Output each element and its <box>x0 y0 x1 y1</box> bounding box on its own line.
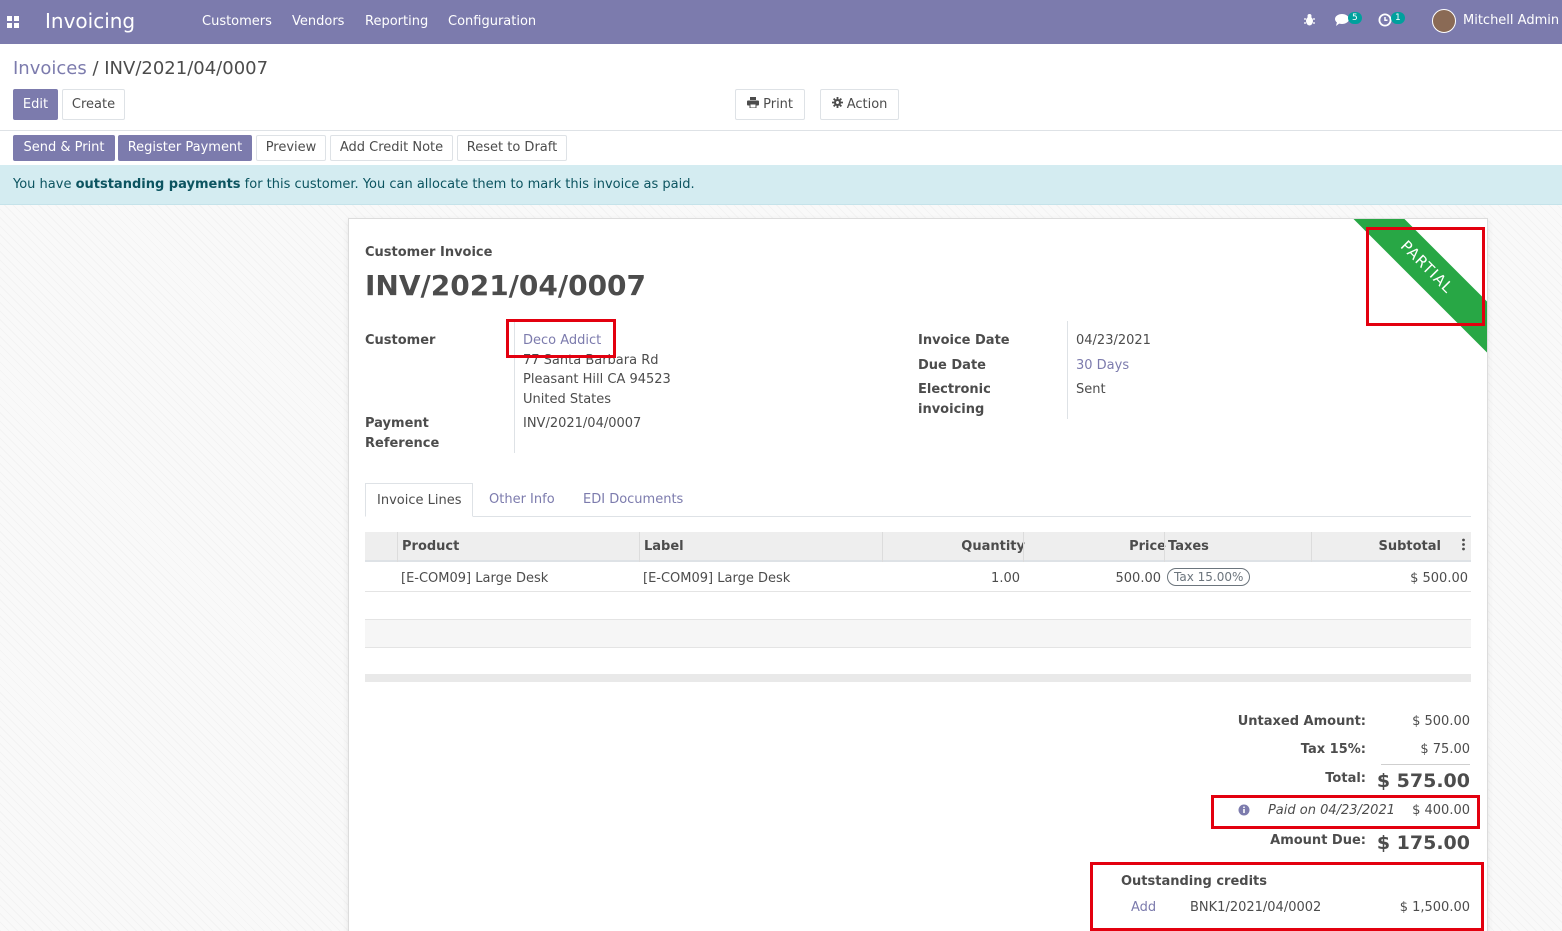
column-label[interactable]: Label <box>644 539 684 554</box>
highlight-box-payment <box>1211 795 1480 829</box>
apps-menu-icon[interactable] <box>7 16 19 28</box>
tax-label: Tax 15%: <box>1300 742 1366 757</box>
action-button[interactable]: Action <box>820 89 899 120</box>
control-panel-divider <box>0 130 1562 131</box>
payment-reference-label-line2: Reference <box>365 436 440 451</box>
invoice-lines-header: Product Label Quantity Price Taxes Subto… <box>365 532 1471 562</box>
edit-button[interactable]: Edit <box>13 89 58 120</box>
messages-count-badge: 5 <box>1348 12 1362 24</box>
total-label: Total: <box>1325 771 1366 786</box>
user-avatar[interactable] <box>1432 9 1456 33</box>
breadcrumb-separator: / <box>86 58 105 79</box>
printer-icon <box>746 97 763 112</box>
row-label: [E-COM09] Large Desk <box>643 571 791 586</box>
column-quantity[interactable]: Quantity <box>961 539 1025 554</box>
highlight-box-customer <box>506 319 616 358</box>
user-name[interactable]: Mitchell Admin <box>1463 13 1559 28</box>
field-separator-right <box>1067 321 1068 419</box>
due-date-label: Due Date <box>918 358 986 373</box>
alert-prefix: You have <box>13 177 76 192</box>
tab-invoice-lines[interactable]: Invoice Lines <box>365 483 474 517</box>
customer-address-line3: United States <box>523 392 612 407</box>
tab-other-info[interactable]: Other Info <box>478 483 566 517</box>
menu-vendors[interactable]: Vendors <box>292 14 344 29</box>
column-price[interactable]: Price <box>1129 539 1166 554</box>
due-date-value[interactable]: 30 Days <box>1076 358 1129 373</box>
table-row-empty <box>365 648 1471 676</box>
untaxed-amount-value: $ 500.00 <box>1412 714 1470 729</box>
table-row-empty <box>365 620 1471 648</box>
breadcrumb: Invoices / INV/2021/04/0007 <box>13 58 268 79</box>
menu-configuration[interactable]: Configuration <box>448 14 536 29</box>
highlight-box-ribbon <box>1366 227 1485 326</box>
invoice-number: INV/2021/04/0007 <box>365 269 647 302</box>
column-separator <box>1023 532 1024 562</box>
activities-clock-icon[interactable] <box>1378 13 1392 31</box>
edi-value: Sent <box>1076 382 1106 397</box>
outstanding-payments-alert: You have outstanding payments for this c… <box>0 165 1562 205</box>
column-separator <box>1164 532 1165 562</box>
breadcrumb-current: INV/2021/04/0007 <box>104 58 269 79</box>
amount-due-value: $ 175.00 <box>1376 832 1470 854</box>
debug-bug-icon[interactable] <box>1303 13 1316 31</box>
create-button[interactable]: Create <box>62 89 125 120</box>
print-label: Print <box>763 97 794 112</box>
highlight-box-outstanding <box>1090 862 1484 931</box>
total-value: $ 575.00 <box>1376 770 1470 792</box>
column-subtotal[interactable]: Subtotal <box>1378 539 1441 554</box>
customer-address-line2: Pleasant Hill CA 94523 <box>523 372 671 387</box>
invoice-date-value[interactable]: 04/23/2021 <box>1076 333 1151 348</box>
table-row[interactable]: [E-COM09] Large Desk [E-COM09] Large Des… <box>365 564 1471 592</box>
column-separator <box>1311 532 1312 562</box>
breadcrumb-invoices[interactable]: Invoices <box>13 58 87 79</box>
optional-columns-kebab-icon[interactable] <box>1462 538 1465 555</box>
gear-icon <box>831 97 847 112</box>
send-print-button[interactable]: Send & Print <box>13 135 115 161</box>
column-separator <box>397 532 398 562</box>
payment-reference-label-line1: Payment <box>365 416 429 431</box>
reset-to-draft-button[interactable]: Reset to Draft <box>457 135 567 161</box>
edi-label-line2: invoicing <box>918 402 985 417</box>
row-tax-tag: Tax 15.00% <box>1167 568 1251 586</box>
row-subtotal: $ 500.00 <box>1410 571 1468 586</box>
amount-due-label: Amount Due: <box>1270 833 1366 848</box>
row-price: 500.00 <box>1115 571 1162 586</box>
invoice-type-label: Customer Invoice <box>365 245 493 260</box>
menu-customers[interactable]: Customers <box>202 14 272 29</box>
activities-count-badge: 1 <box>1391 12 1405 24</box>
column-separator <box>639 532 640 562</box>
alert-suffix: for this customer. You can allocate them… <box>240 177 695 192</box>
invoice-date-label: Invoice Date <box>918 333 1010 348</box>
column-product[interactable]: Product <box>402 539 459 554</box>
app-name[interactable]: Invoicing <box>45 9 135 33</box>
menu-reporting[interactable]: Reporting <box>365 14 428 29</box>
row-quantity: 1.00 <box>991 571 1020 586</box>
customer-label: Customer <box>365 333 436 348</box>
row-product: [E-COM09] Large Desk <box>401 571 549 586</box>
alert-bold: outstanding payments <box>75 177 241 192</box>
tax-value: $ 75.00 <box>1420 742 1470 757</box>
action-label: Action <box>846 97 888 112</box>
register-payment-button[interactable]: Register Payment <box>118 135 252 161</box>
tab-edi-documents[interactable]: EDI Documents <box>572 483 694 517</box>
payment-reference-value[interactable]: INV/2021/04/0007 <box>523 416 641 431</box>
table-row-empty <box>365 592 1471 620</box>
edi-label-line1: Electronic <box>918 382 991 397</box>
table-footer <box>365 674 1471 682</box>
total-separator <box>1381 764 1470 765</box>
top-navbar: Invoicing Customers Vendors Reporting Co… <box>0 0 1562 44</box>
column-separator <box>882 532 883 562</box>
print-button[interactable]: Print <box>735 89 805 120</box>
add-credit-note-button[interactable]: Add Credit Note <box>330 135 453 161</box>
column-taxes[interactable]: Taxes <box>1168 539 1209 554</box>
preview-button[interactable]: Preview <box>256 135 326 161</box>
untaxed-amount-label: Untaxed Amount: <box>1237 714 1366 729</box>
